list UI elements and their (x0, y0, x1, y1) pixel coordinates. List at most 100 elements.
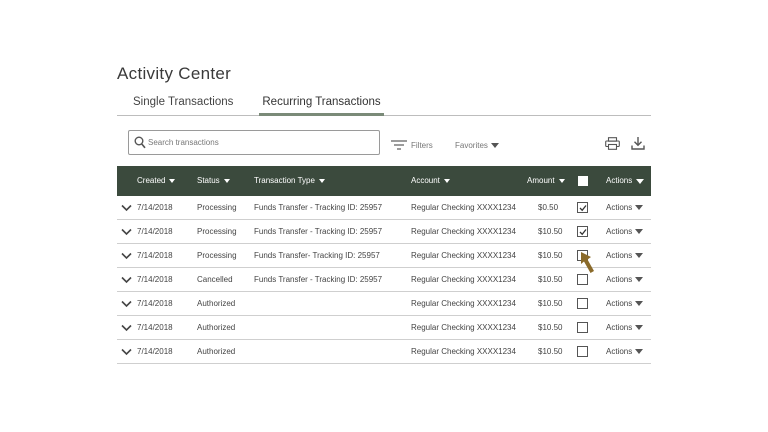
cell-created: 7/14/2018 (137, 347, 173, 356)
row-actions-menu[interactable]: Actions (606, 316, 644, 339)
cell-created: 7/14/2018 (137, 227, 173, 236)
search-icon (134, 136, 146, 149)
table-header: Created Status Transaction Type Account … (117, 166, 651, 196)
sort-caret-icon (223, 179, 230, 183)
cell-created: 7/14/2018 (137, 275, 173, 284)
column-status-label: Status (197, 176, 220, 185)
cell-account: Regular Checking XXXX1234 (411, 299, 516, 308)
cell-account: Regular Checking XXXX1234 (411, 227, 516, 236)
chevron-down-icon[interactable] (121, 299, 132, 309)
cell-status: Processing (197, 251, 237, 260)
row-actions-menu[interactable]: Actions (606, 292, 644, 315)
favorites-dropdown[interactable]: Favorites (455, 139, 499, 151)
cell-status: Processing (197, 227, 237, 236)
cell-transaction-type: Funds Transfer - Tracking ID: 25957 (254, 203, 383, 212)
sort-caret-icon (318, 179, 325, 183)
table-row[interactable]: 7/14/2018 Authorized Regular Checking XXXX… (117, 340, 651, 364)
header-actions-menu[interactable]: Actions (606, 166, 645, 196)
row-checkbox[interactable] (577, 274, 588, 285)
page-title: Activity Center (117, 64, 232, 83)
row-checkbox[interactable] (577, 298, 588, 309)
cell-transaction-type: Funds Transfer - Tracking ID: 25957 (254, 275, 383, 284)
cell-status: Processing (197, 203, 237, 212)
cell-created: 7/14/2018 (137, 203, 173, 212)
chevron-down-icon[interactable] (121, 323, 132, 333)
filters-button[interactable]: Filters (391, 139, 433, 151)
column-created[interactable]: Created (137, 166, 176, 196)
column-transaction-type[interactable]: Transaction Type (254, 166, 325, 196)
column-created-label: Created (137, 176, 166, 185)
table-row[interactable]: 7/14/2018 Authorized Regular Checking XXXX… (117, 316, 651, 340)
cell-account: Regular Checking XXXX1234 (411, 323, 516, 332)
cell-amount: $10.50 (538, 323, 563, 332)
table-body: 7/14/2018 Processing Funds Transfer - Trac… (117, 196, 651, 364)
cell-transaction-type: Funds Transfer - Tracking ID: 25957 (254, 227, 383, 236)
table-row[interactable]: 7/14/2018 Authorized Regular Checking XXXX… (117, 292, 651, 316)
table-row[interactable]: 7/14/2018 Processing Funds Transfer - Trac… (117, 196, 651, 220)
cell-transaction-type: Funds Transfer- Tracking ID: 25957 (254, 251, 380, 260)
checkmark-icon (579, 205, 587, 212)
actions-label: Actions (606, 227, 633, 236)
chevron-down-icon[interactable] (121, 251, 132, 261)
actions-label: Actions (606, 323, 633, 332)
mouse-pointer-icon (581, 252, 594, 273)
download-icon[interactable] (631, 136, 645, 150)
row-checkbox[interactable] (577, 226, 588, 237)
print-icon[interactable] (605, 137, 620, 150)
cell-created: 7/14/2018 (137, 299, 173, 308)
table-row[interactable]: 7/14/2018 Processing Funds Transfer - Trac… (117, 220, 651, 244)
actions-label: Actions (606, 251, 633, 260)
tab-single-transactions[interactable]: Single Transactions (133, 94, 233, 116)
column-status[interactable]: Status (197, 166, 230, 196)
row-actions-menu[interactable]: Actions (606, 340, 644, 363)
sort-caret-icon (558, 179, 565, 183)
tab-bar: Single Transactions Recurring Transactio… (117, 94, 651, 116)
row-actions-menu[interactable]: Actions (606, 196, 644, 219)
chevron-down-icon[interactable] (121, 347, 132, 357)
row-checkbox[interactable] (577, 202, 588, 213)
tab-recurring-transactions[interactable]: Recurring Transactions (259, 94, 384, 116)
cell-account: Regular Checking XXXX1234 (411, 203, 516, 212)
row-actions-menu[interactable]: Actions (606, 244, 644, 267)
cell-status: Authorized (197, 347, 236, 356)
chevron-down-icon[interactable] (121, 227, 132, 237)
column-account-label: Account (411, 176, 440, 185)
filters-label: Filters (411, 140, 433, 150)
transactions-table: Created Status Transaction Type Account … (117, 166, 651, 364)
caret-down-icon (635, 277, 644, 282)
cell-created: 7/14/2018 (137, 323, 173, 332)
sort-caret-icon (443, 179, 450, 183)
row-checkbox[interactable] (577, 346, 588, 357)
cell-amount: $10.50 (538, 299, 563, 308)
sort-caret-icon (169, 179, 176, 183)
select-all-checkbox[interactable] (578, 176, 588, 186)
actions-label: Actions (606, 203, 633, 212)
cell-account: Regular Checking XXXX1234 (411, 347, 516, 356)
caret-down-icon (635, 229, 644, 234)
chevron-down-icon[interactable] (121, 275, 132, 285)
actions-label: Actions (606, 299, 633, 308)
row-checkbox[interactable] (577, 322, 588, 333)
caret-down-icon (635, 301, 644, 306)
column-type-label: Transaction Type (254, 176, 315, 185)
caret-down-icon (636, 178, 645, 184)
row-actions-menu[interactable]: Actions (606, 268, 644, 291)
caret-down-icon (490, 142, 499, 148)
cell-amount: $10.50 (538, 275, 563, 284)
column-amount[interactable]: Amount (527, 166, 565, 196)
row-actions-menu[interactable]: Actions (606, 220, 644, 243)
cell-status: Cancelled (197, 275, 233, 284)
cell-amount: $10.50 (538, 227, 563, 236)
chevron-down-icon[interactable] (121, 203, 132, 213)
caret-down-icon (635, 253, 644, 258)
search-input[interactable] (148, 134, 376, 151)
column-actions-label: Actions (606, 176, 633, 185)
favorites-label: Favorites (455, 140, 488, 150)
search-box (128, 130, 380, 155)
checkmark-icon (579, 229, 587, 236)
cell-account: Regular Checking XXXX1234 (411, 251, 516, 260)
table-row[interactable]: 7/14/2018 Cancelled Funds Transfer - Track… (117, 268, 651, 292)
column-account[interactable]: Account (411, 166, 450, 196)
table-row[interactable]: 7/14/2018 Processing Funds Transfer- Track… (117, 244, 651, 268)
caret-down-icon (635, 349, 644, 354)
